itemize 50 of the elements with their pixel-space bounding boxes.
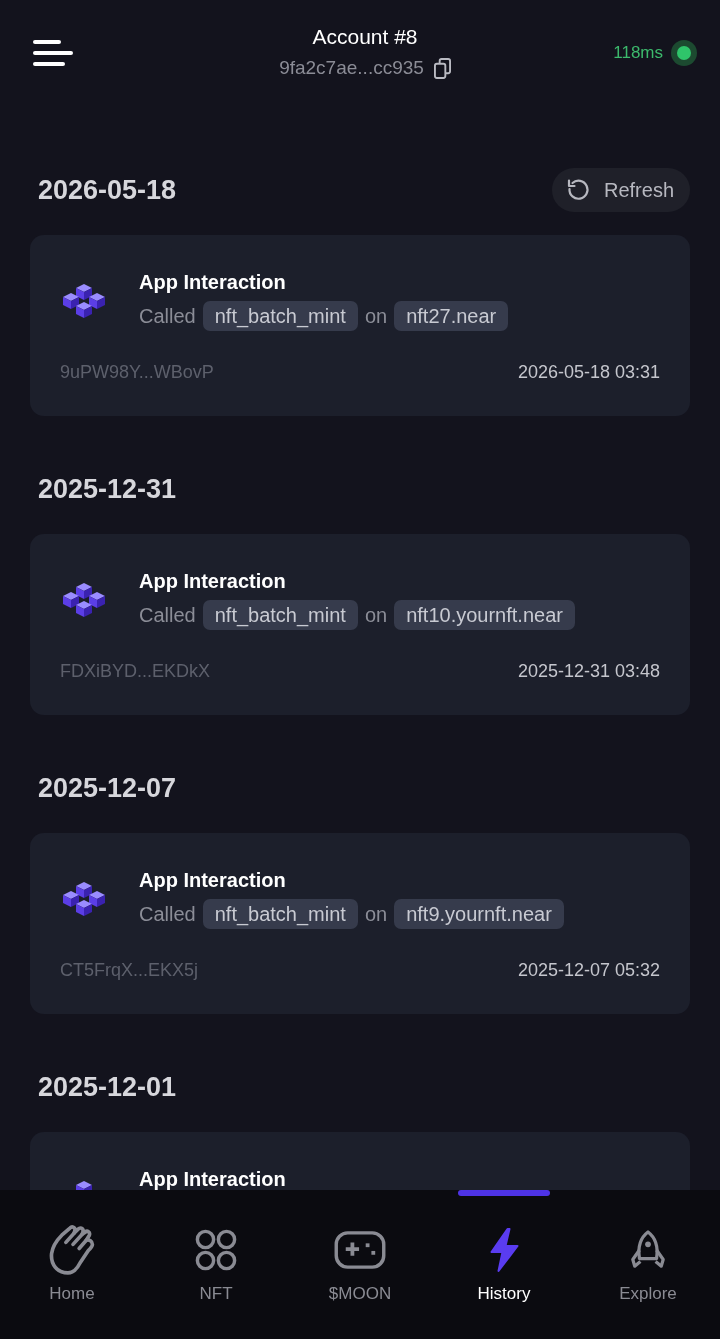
date-heading: 2025-12-07 (38, 772, 177, 804)
latency-text: 118ms (613, 41, 663, 64)
gamepad-icon (334, 1231, 386, 1269)
action-text: Called (139, 902, 196, 926)
transaction-time: 2025-12-07 05:32 (517, 960, 660, 980)
transaction-title: App Interaction (139, 869, 286, 891)
transaction-time: 2026-05-18 03:31 (517, 362, 660, 382)
nav-tab[interactable]: Home (0, 1190, 144, 1339)
account-address: 9fa2c7ae...cc935 (279, 56, 424, 80)
connector-text: on (364, 304, 388, 328)
transaction-card[interactable]: App Interaction Called nft_batch_mint on nft27.near 9uPW98Y...WBovP 2026-05-18 03:31 (30, 235, 690, 416)
nav-tab[interactable]: $MOON (288, 1190, 432, 1339)
refresh-button[interactable]: Refresh (551, 168, 690, 212)
contract-tag: nft10.yournft.near (394, 600, 575, 630)
transaction-card[interactable]: App Interaction Called nft_batch_mint on nft10.yournft.near FDXiBYD...EKDkX 2025-12-31 03:48 (30, 534, 690, 715)
date-heading: 2026-05-18 (38, 174, 177, 206)
transaction-title: App Interaction (139, 1168, 286, 1190)
transaction-hash: CT5FrqX...EKX5j (60, 960, 199, 980)
action-text: Called (139, 603, 196, 627)
transaction-time: 2025-12-31 03:48 (517, 661, 660, 681)
transaction-card[interactable]: App Interaction (30, 1132, 690, 1190)
rocket-icon (629, 1229, 667, 1271)
date-heading: 2025-12-01 (38, 1071, 177, 1103)
nav-tab[interactable]: Explore (576, 1190, 720, 1339)
transaction-title: App Interaction (139, 271, 286, 293)
copy-icon[interactable] (433, 57, 451, 79)
date-heading: 2025-12-31 (38, 473, 177, 505)
contract-tag: nft27.near (394, 301, 509, 331)
connector-text: on (364, 902, 388, 926)
cubes-icon (60, 581, 108, 619)
refresh-icon (565, 178, 590, 202)
transaction-hash: FDXiBYD...EKDkX (60, 661, 211, 681)
hand-icon (49, 1225, 95, 1275)
nav-tab[interactable]: NFT (144, 1190, 288, 1339)
transaction-hash: 9uPW98Y...WBovP (60, 362, 214, 382)
cubes-icon (60, 282, 108, 320)
nav-tab[interactable]: History (432, 1190, 576, 1339)
method-tag: nft_batch_mint (202, 301, 358, 331)
connector-text: on (364, 603, 388, 627)
cubes-icon (60, 880, 108, 918)
four-circles-icon (195, 1229, 237, 1271)
menu-icon[interactable] (33, 38, 73, 67)
method-tag: nft_batch_mint (202, 899, 358, 929)
lightning-icon (489, 1228, 519, 1272)
transaction-title: App Interaction (139, 570, 286, 592)
action-text: Called (139, 304, 196, 328)
contract-tag: nft9.yournft.near (394, 899, 564, 929)
transaction-card[interactable]: App Interaction Called nft_batch_mint on nft9.yournft.near CT5FrqX...EKX5j 2025-12-07 05:32 (30, 833, 690, 1014)
account-title: Account #8 (312, 24, 418, 50)
method-tag: nft_batch_mint (202, 600, 358, 630)
